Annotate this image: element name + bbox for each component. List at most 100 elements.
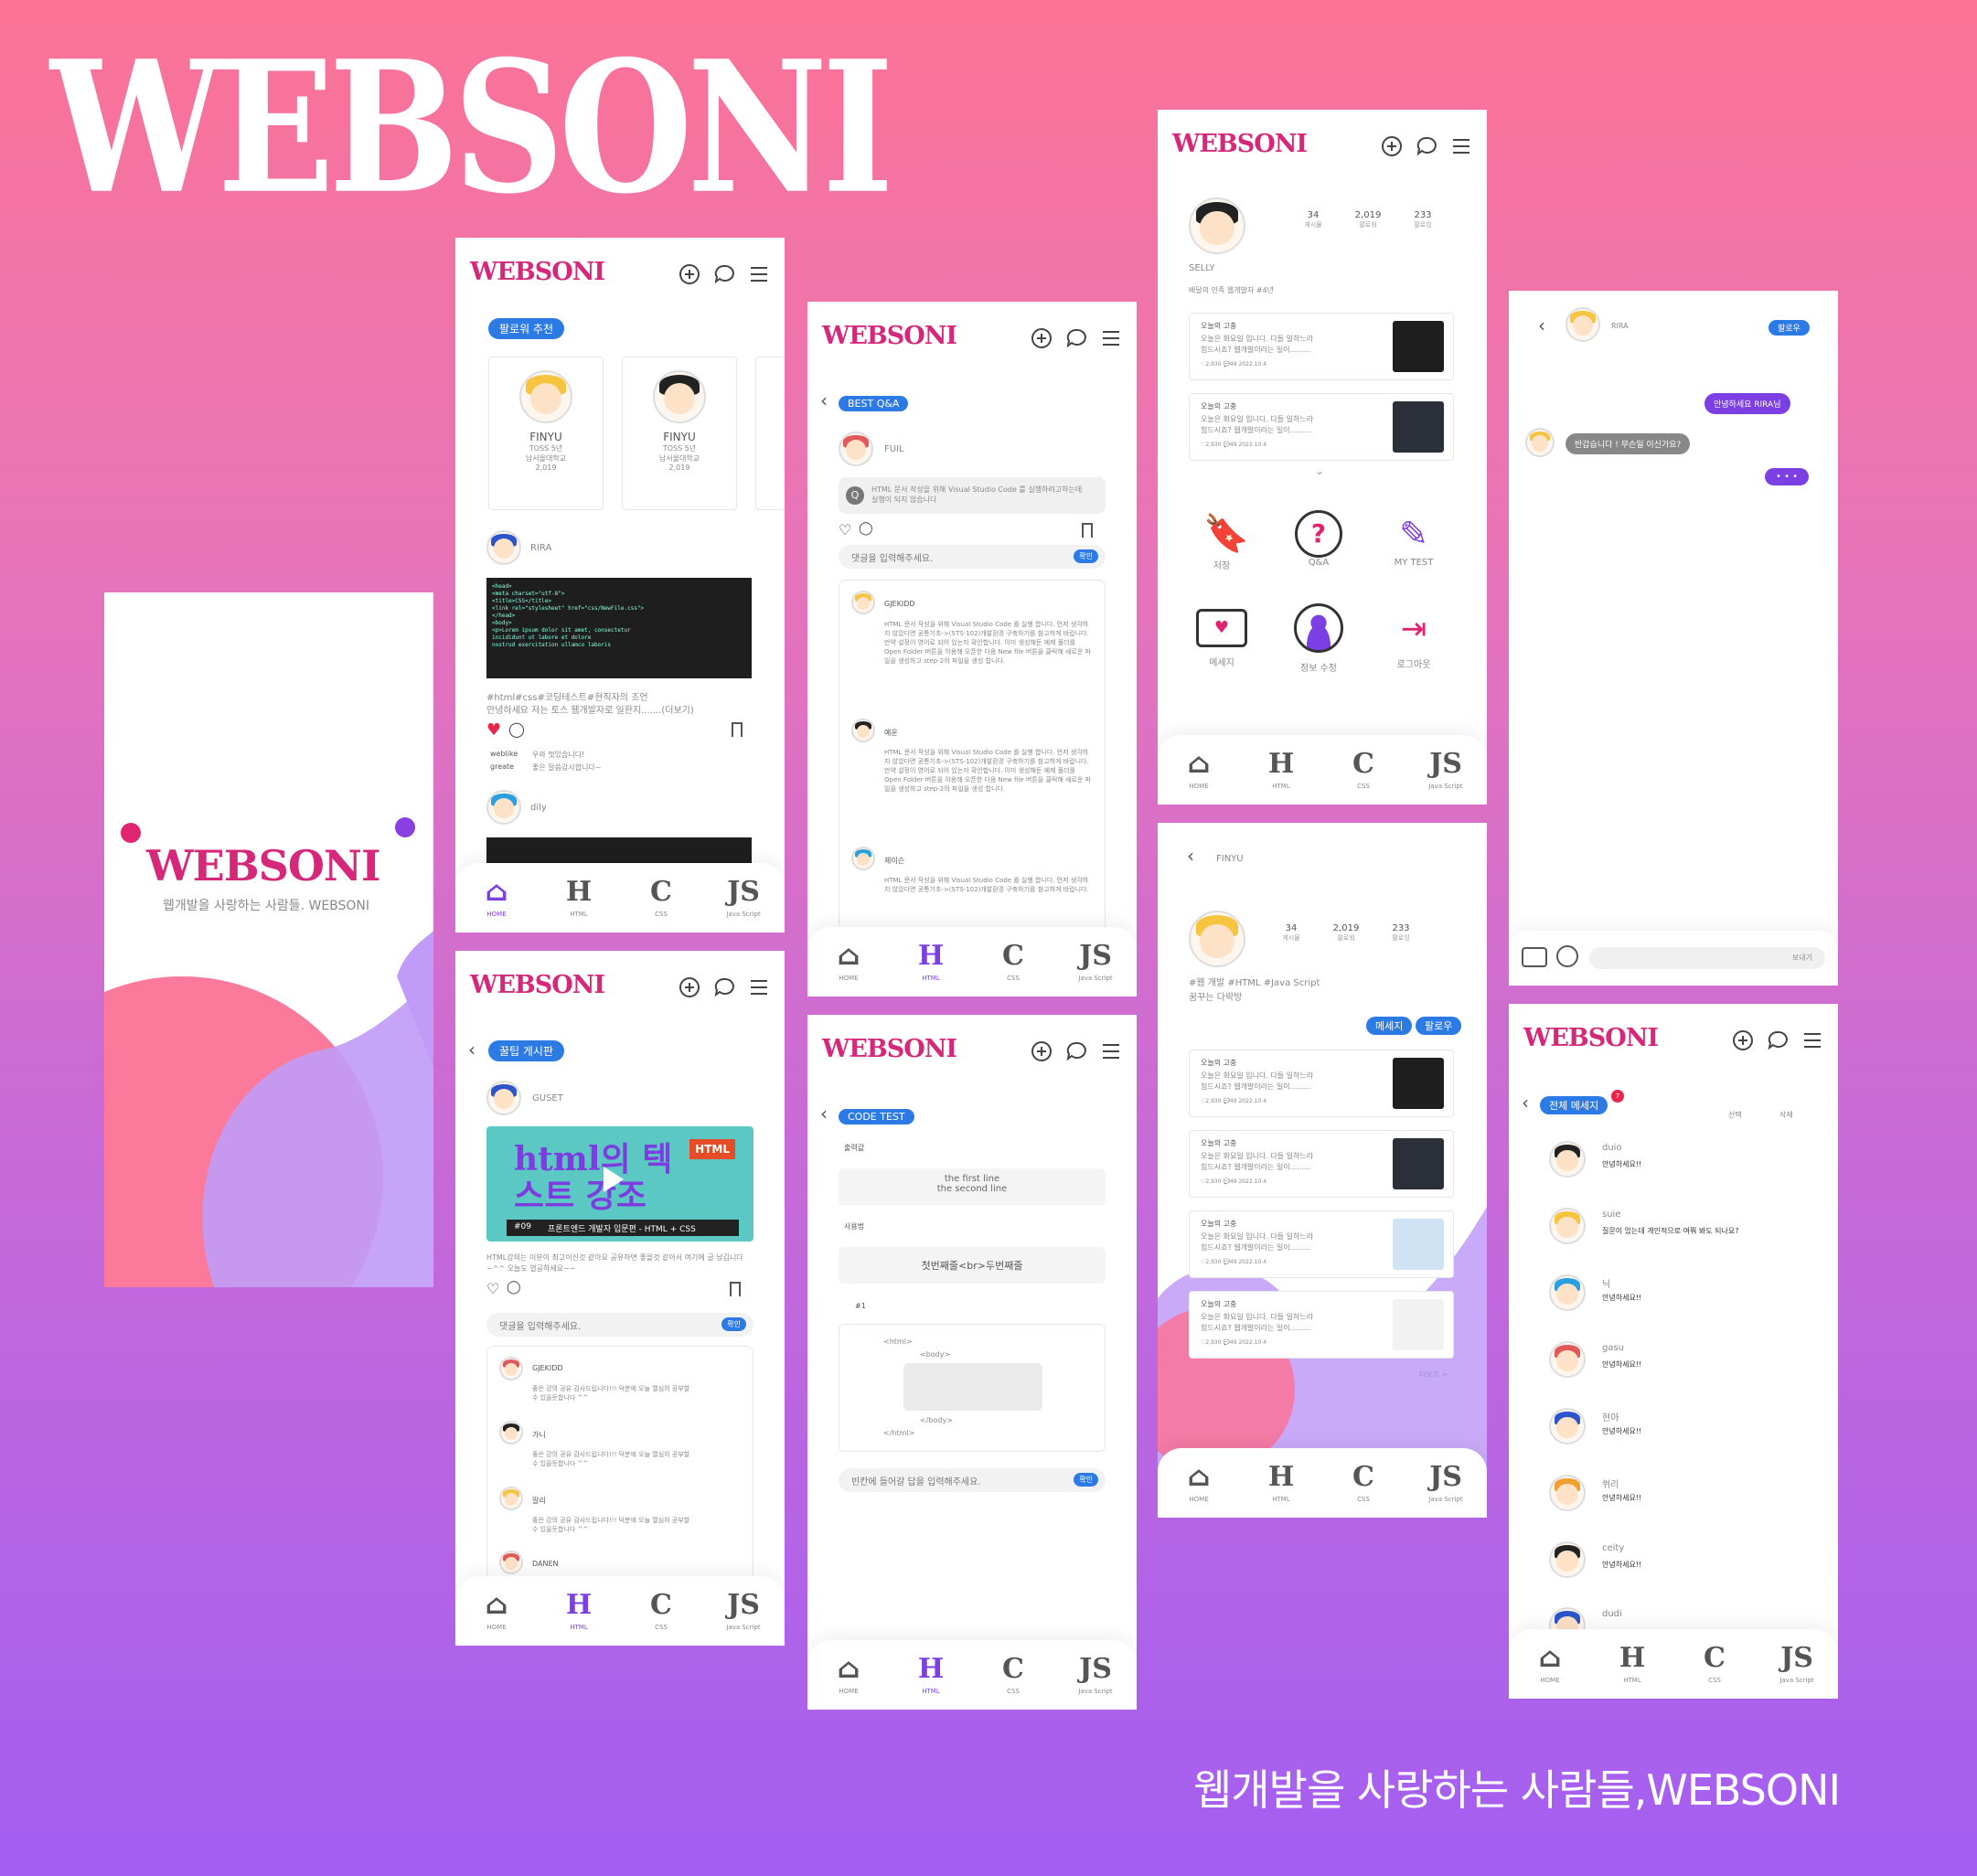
more-link[interactable]: 더보기 > xyxy=(1419,1370,1448,1380)
app-logo[interactable]: WEBSONI xyxy=(822,322,957,350)
nav-css[interactable]: C CSS xyxy=(634,878,689,919)
post-card[interactable]: 오늘의 고충 오늘은 화요일 입니다. 다들 일하느라 힘드시죠? 웹개발이라는… xyxy=(1189,313,1454,380)
menu-item-mytest[interactable]: ✎ MY TEST xyxy=(1386,510,1441,568)
nav-html[interactable]: H HTML xyxy=(903,1655,958,1696)
nav-html[interactable]: H HTML xyxy=(1254,750,1309,791)
nav-home[interactable]: ⌂ HOME xyxy=(821,1655,876,1696)
add-icon[interactable] xyxy=(1031,1040,1053,1062)
menu-icon[interactable] xyxy=(1100,1040,1122,1062)
nav-home[interactable]: ⌂ HOME xyxy=(821,942,876,983)
message-row[interactable]: suie 질문이 있는데 개인적으로 여쭤 봐도 되나요? xyxy=(1549,1208,1823,1253)
confirm-button[interactable]: 확인 xyxy=(1074,1473,1098,1487)
menu-icon[interactable] xyxy=(748,976,770,998)
answer-input[interactable]: 빈칸에 들어갈 답을 입력해주세요. 확인 xyxy=(839,1468,1106,1492)
add-icon[interactable] xyxy=(1381,135,1403,157)
select-button[interactable]: 선택 xyxy=(1728,1110,1742,1120)
menu-item-message[interactable]: ♥ 메세지 xyxy=(1194,603,1249,668)
nav-css[interactable]: C CSS xyxy=(986,942,1041,983)
nav-js[interactable]: JS Java Script xyxy=(1769,1644,1824,1685)
stat-followers[interactable]: 2,019 팔로워 xyxy=(1350,210,1386,229)
menu-item-save[interactable]: 🔖 저장 xyxy=(1194,510,1249,571)
message-row[interactable]: gasu 안녕하세요!! xyxy=(1549,1341,1823,1387)
menu-item-edit-profile[interactable]: 정보 수정 xyxy=(1291,603,1346,674)
post-username[interactable]: RIRA xyxy=(530,543,551,553)
nav-css[interactable]: C CSS xyxy=(1336,750,1391,791)
heart-icon[interactable]: ♥ xyxy=(486,720,501,740)
nav-js[interactable]: JS Java Script xyxy=(716,878,771,919)
post-card[interactable]: 오늘의 고충 오늘은 화요일 입니다. 다들 일하느라 힘드시죠? 웹개발이라는… xyxy=(1189,1210,1454,1278)
profile-avatar[interactable] xyxy=(1189,197,1245,254)
nav-home[interactable]: ⌂ HOME xyxy=(469,1591,524,1632)
heart-icon[interactable]: ♡ xyxy=(486,1280,499,1297)
app-logo[interactable]: WEBSONI xyxy=(470,971,605,999)
message-row[interactable]: ceity 안녕하세요!! xyxy=(1549,1541,1823,1587)
avatar[interactable] xyxy=(486,530,521,565)
comment-icon[interactable]: ◯ xyxy=(859,521,873,536)
back-icon[interactable]: ‹ xyxy=(820,389,828,411)
nav-html[interactable]: H HTML xyxy=(1254,1463,1309,1504)
add-icon[interactable] xyxy=(1031,327,1053,349)
emoji-icon[interactable] xyxy=(1556,945,1578,967)
back-icon[interactable]: ‹ xyxy=(1522,1092,1529,1114)
comment-icon[interactable]: ◯ xyxy=(507,1280,521,1295)
nav-js[interactable]: JS Java Script xyxy=(1068,1655,1123,1696)
message-row[interactable]: duio 안녕하세요!! xyxy=(1549,1141,1823,1187)
app-logo[interactable]: WEBSONI xyxy=(822,1035,957,1063)
heart-icon[interactable]: ♡ xyxy=(839,521,851,538)
nav-js[interactable]: JS Java Script xyxy=(1068,942,1123,983)
back-icon[interactable]: ‹ xyxy=(1538,314,1545,336)
chat-icon[interactable] xyxy=(1065,327,1087,349)
back-icon[interactable]: ‹ xyxy=(820,1103,828,1125)
post-card[interactable]: 오늘의 고충 오늘은 화요일 입니다. 다들 일하느라 힘드시죠? 웹개발이라는… xyxy=(1189,393,1454,461)
bookmark-icon[interactable] xyxy=(732,722,743,737)
chat-icon[interactable] xyxy=(713,976,735,998)
answer-blank[interactable] xyxy=(903,1363,1042,1411)
avatar[interactable] xyxy=(1566,307,1600,342)
avatar[interactable] xyxy=(839,432,873,466)
menu-icon[interactable] xyxy=(748,263,770,285)
recommend-card-partial[interactable] xyxy=(755,357,785,510)
send-button[interactable]: 보내기 xyxy=(1792,953,1812,963)
nav-html[interactable]: H HTML xyxy=(903,942,958,983)
chat-icon[interactable] xyxy=(1416,135,1437,157)
nav-css[interactable]: C CSS xyxy=(1336,1463,1391,1504)
bookmark-icon[interactable] xyxy=(1082,523,1093,538)
menu-icon[interactable] xyxy=(1100,327,1122,349)
recommend-card[interactable]: FINYU TOSS 5년 남서울대학교 2,019 xyxy=(488,357,604,510)
nav-js[interactable]: JS Java Script xyxy=(1418,750,1473,791)
post-card[interactable]: 오늘의 고충 오늘은 화요일 입니다. 다들 일하느라 힘드시죠? 웹개발이라는… xyxy=(1189,1130,1454,1198)
comment-input[interactable]: 댓글을 입력해주세요. 확인 xyxy=(839,545,1106,569)
nav-html[interactable]: H HTML xyxy=(551,878,606,919)
stat-following[interactable]: 233 팔로잉 xyxy=(1383,923,1419,943)
video-thumbnail[interactable]: html의 텍스트 강조 HTML #09 프론트엔드 개발자 입문편 - HTM… xyxy=(486,1126,753,1242)
menu-item-logout[interactable]: ⇥ 로그아웃 xyxy=(1386,603,1441,670)
message-row[interactable]: 닉 안녕하세요!! xyxy=(1549,1274,1823,1320)
comment-icon[interactable]: ◯ xyxy=(508,720,525,738)
menu-item-qa[interactable]: ? Q&A xyxy=(1291,510,1346,568)
message-button[interactable]: 메세지 xyxy=(1366,1017,1413,1035)
nav-css[interactable]: C CSS xyxy=(986,1655,1041,1696)
nav-home[interactable]: ⌂ HOME xyxy=(1171,1463,1226,1504)
app-logo[interactable]: WEBSONI xyxy=(1523,1024,1659,1052)
chat-icon[interactable] xyxy=(1065,1040,1087,1062)
message-row[interactable]: 현아 안녕하세요!! xyxy=(1549,1408,1823,1454)
post-card[interactable]: 오늘의 고충 오늘은 화요일 입니다. 다들 일하느라 힘드시죠? 웹개발이라는… xyxy=(1189,1291,1454,1359)
post-card[interactable]: 오늘의 고충 오늘은 화요일 입니다. 다들 일하느라 힘드시죠? 웹개발이라는… xyxy=(1189,1050,1454,1117)
question-username[interactable]: FUIL xyxy=(884,444,904,454)
comment-input[interactable]: 댓글을 입력해주세요. 확인 xyxy=(486,1313,753,1337)
add-icon[interactable] xyxy=(679,263,700,285)
message-row[interactable]: 쒸리 안녕하세요!! xyxy=(1549,1475,1823,1520)
nav-js[interactable]: JS Java Script xyxy=(1418,1463,1473,1504)
nav-home[interactable]: ⌂ HOME xyxy=(469,878,524,919)
avatar[interactable] xyxy=(486,790,521,825)
stat-following[interactable]: 233 팔로잉 xyxy=(1405,210,1441,229)
confirm-button[interactable]: 확인 xyxy=(1074,549,1098,563)
nav-home[interactable]: ⌂ HOME xyxy=(1171,750,1226,791)
follow-button[interactable]: 팔로우 xyxy=(1416,1017,1462,1035)
chat-icon[interactable] xyxy=(1767,1029,1789,1051)
camera-icon[interactable] xyxy=(1522,947,1547,967)
stat-followers[interactable]: 2,019 팔로워 xyxy=(1328,923,1364,943)
message-input[interactable]: 보내기 xyxy=(1589,947,1825,969)
menu-icon[interactable] xyxy=(1801,1029,1823,1051)
app-logo[interactable]: WEBSONI xyxy=(470,258,605,286)
